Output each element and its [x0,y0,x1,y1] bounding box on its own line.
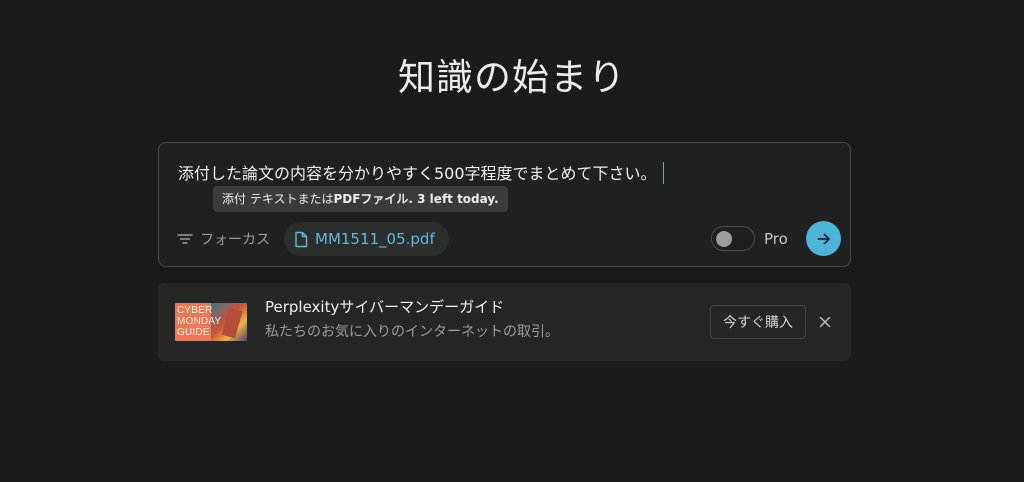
focus-button[interactable]: フォーカス [177,227,270,251]
promo-subtitle: 私たちのお気に入りのインターネットの取引。 [265,324,559,340]
buy-now-button[interactable]: 今すぐ購入 [710,305,806,339]
text-caret [662,162,665,184]
page-title: 知識の始まり [398,56,626,99]
promo-thumbnail[interactable]: CYBER MONDAY GUIDE [175,303,247,341]
promo-banner: CYBER MONDAY GUIDE Perplexityサイバーマンデーガイド… [158,283,851,361]
attach-tooltip: 添付 テキストまたはPDFファイル. 3 left today. [213,186,508,212]
thumb-line: CYBER [177,305,213,316]
query-text: 添付した論文の内容を分かりやすく500字程度でまとめて下さい。 [178,164,657,183]
attachment-name: MM1511_05.pdf [315,230,435,248]
pro-toggle[interactable] [711,226,755,251]
arrow-right-icon [817,233,830,244]
thumb-line: MONDAY [177,316,222,327]
focus-label: フォーカス [200,232,270,248]
close-banner-button[interactable] [815,312,835,332]
file-icon [295,231,308,247]
search-input[interactable]: 添付した論文の内容を分かりやすく500字程度でまとめて下さい。 [178,162,665,185]
thumb-line: GUIDE [177,327,210,338]
toggle-knob [716,230,732,247]
attachment-chip[interactable]: MM1511_05.pdf [284,222,449,256]
promo-title[interactable]: Perplexityサイバーマンデーガイド [265,297,504,318]
tooltip-prefix: 添付 テキストまたは [222,192,334,206]
page: 知識の始まり 添付した論文の内容を分かりやすく500字程度でまとめて下さい。 添… [0,0,1024,482]
close-icon [819,316,831,328]
submit-button[interactable] [806,221,841,256]
filter-lines-icon [177,234,193,244]
thumb-text: CYBER MONDAY GUIDE [177,305,221,338]
pro-label: Pro [764,230,788,248]
tooltip-limit: PDFファイル. 3 left today. [333,192,499,206]
